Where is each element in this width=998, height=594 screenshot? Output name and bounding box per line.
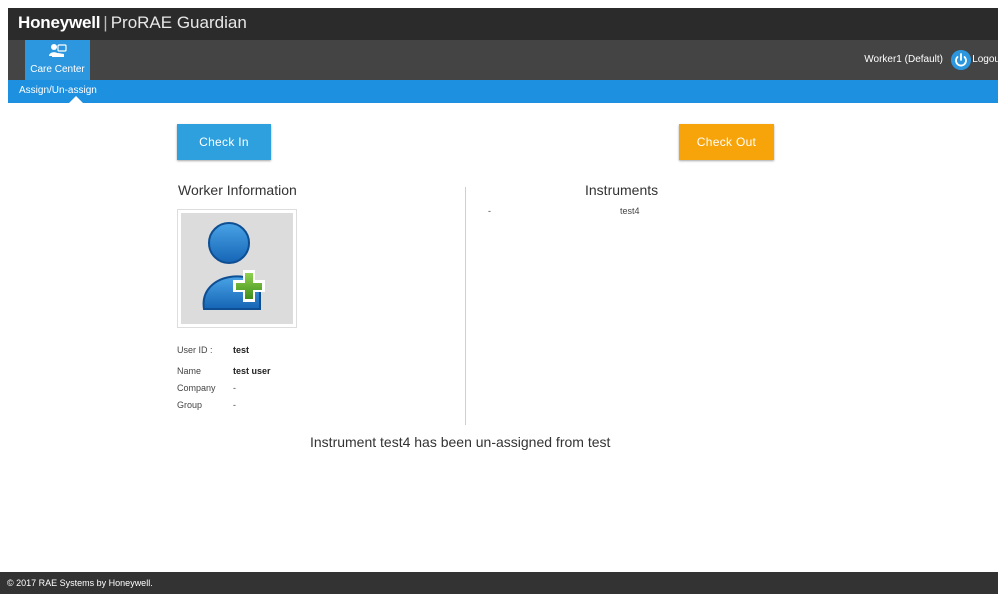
- company-label: Company: [177, 383, 216, 393]
- nav-care-center[interactable]: Care Center: [25, 40, 90, 80]
- group-value: -: [233, 400, 236, 410]
- top-header-bar: Honeywell | ProRAE Guardian: [8, 8, 998, 40]
- name-value: test user: [233, 366, 271, 376]
- tab-assign-unassign[interactable]: Assign/Un-assign: [19, 85, 97, 96]
- brand-separator: |: [103, 13, 108, 32]
- care-center-label: Care Center: [30, 64, 85, 75]
- check-out-button[interactable]: Check Out: [679, 124, 774, 160]
- worker-photo-background: [181, 213, 293, 324]
- userid-label: User ID :: [177, 345, 213, 355]
- column-divider: [465, 187, 466, 425]
- status-message: Instrument test4 has been un-assigned fr…: [310, 434, 611, 450]
- footer-bar: © 2017 RAE Systems by Honeywell.: [0, 572, 998, 594]
- product-name: ProRAE Guardian: [110, 13, 247, 32]
- power-icon[interactable]: [951, 50, 971, 70]
- brand-name: Honeywell: [18, 13, 101, 32]
- worker-photo[interactable]: [177, 209, 297, 328]
- logout-link[interactable]: Logou: [972, 54, 998, 65]
- add-user-icon: [202, 222, 265, 310]
- care-center-icon: [49, 44, 67, 57]
- page-left-margin: [0, 0, 8, 594]
- instrument-row-marker: -: [488, 206, 491, 216]
- sub-nav-bar: Assign/Un-assign: [8, 80, 998, 103]
- current-user: Worker1 (Default): [864, 54, 943, 65]
- name-label: Name: [177, 366, 202, 376]
- copyright-text: © 2017 RAE Systems by Honeywell.: [7, 578, 153, 588]
- worker-info-heading: Worker Information: [178, 182, 297, 198]
- active-tab-caret: [69, 96, 83, 103]
- instrument-row-name[interactable]: test4: [620, 206, 640, 216]
- userid-value: test: [233, 345, 250, 355]
- check-in-button[interactable]: Check In: [177, 124, 271, 160]
- main-nav-bar: Care Center Worker1 (Default) Logou: [8, 40, 998, 80]
- app-brand: Honeywell | ProRAE Guardian: [18, 11, 247, 35]
- instruments-heading: Instruments: [585, 182, 659, 198]
- company-value: -: [233, 383, 236, 393]
- group-label: Group: [177, 400, 203, 410]
